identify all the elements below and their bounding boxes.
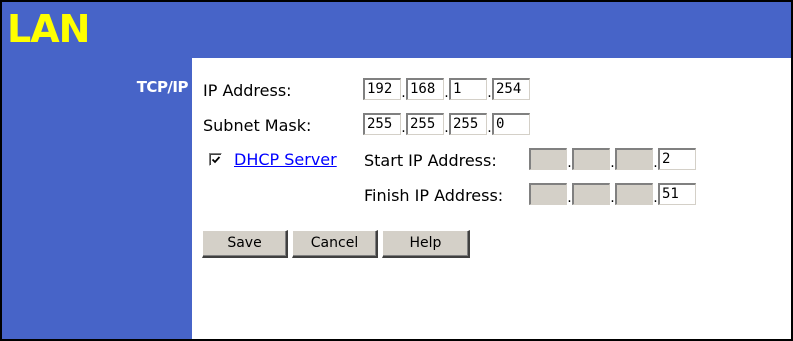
form-area: IP Address: 192 . 168 . 1 . 254 Subnet M… (192, 58, 791, 339)
help-button[interactable]: Help (382, 230, 470, 258)
page-title: LAN (7, 7, 90, 51)
finish-ip-octet-3 (615, 183, 653, 205)
finish-ip-octet-4[interactable]: 51 (658, 183, 696, 205)
ip-address-octet-1[interactable]: 192 (363, 78, 401, 100)
finish-ip-octet-2 (572, 183, 610, 205)
cancel-button[interactable]: Cancel (292, 230, 378, 258)
subnet-mask-label: Subnet Mask: (203, 116, 312, 135)
subnet-mask-octet-3[interactable]: 255 (449, 113, 487, 135)
finish-ip-octet-1 (529, 183, 567, 205)
start-ip-octet-2 (572, 148, 610, 170)
finish-ip-address-label: Finish IP Address: (364, 186, 504, 205)
ip-address-field: 192 . 168 . 1 . 254 (363, 78, 530, 100)
ip-address-octet-4[interactable]: 254 (492, 78, 530, 100)
dhcp-server-checkbox[interactable] (209, 153, 222, 166)
subnet-mask-octet-2[interactable]: 255 (406, 113, 444, 135)
sidebar: TCP/IP (2, 58, 192, 339)
header-bar: LAN (2, 2, 791, 58)
finish-ip-address-field: . . . 51 (529, 183, 696, 205)
lan-settings-window: LAN TCP/IP IP Address: 192 . 168 . 1 . 2… (0, 0, 793, 341)
start-ip-octet-3 (615, 148, 653, 170)
start-ip-octet-1 (529, 148, 567, 170)
save-button[interactable]: Save (202, 230, 288, 258)
ip-address-octet-3[interactable]: 1 (449, 78, 487, 100)
ip-address-octet-2[interactable]: 168 (406, 78, 444, 100)
dhcp-server-link[interactable]: DHCP Server (234, 150, 337, 169)
checkmark-icon (211, 156, 221, 164)
start-ip-octet-4[interactable]: 2 (658, 148, 696, 170)
subnet-mask-field: 255 . 255 . 255 . 0 (363, 113, 530, 135)
start-ip-address-label: Start IP Address: (364, 151, 497, 170)
sidebar-section-label: TCP/IP (136, 78, 189, 96)
subnet-mask-octet-4[interactable]: 0 (492, 113, 530, 135)
ip-address-label: IP Address: (203, 81, 292, 100)
subnet-mask-octet-1[interactable]: 255 (363, 113, 401, 135)
start-ip-address-field: . . . 2 (529, 148, 696, 170)
